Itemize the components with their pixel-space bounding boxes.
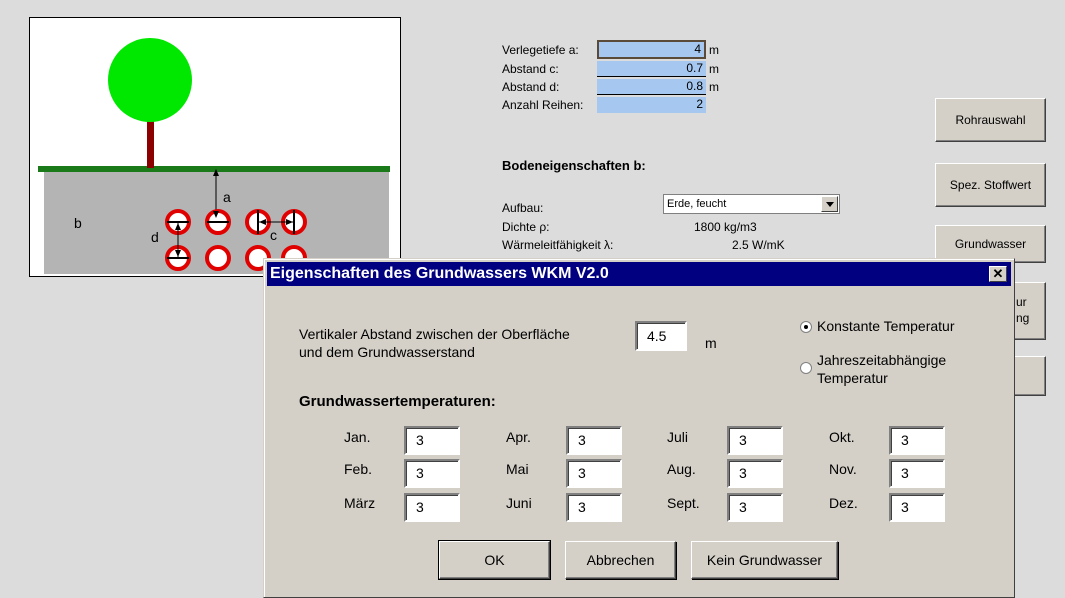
anzahl-reihen-label: Anzahl Reihen: xyxy=(502,98,584,112)
radio-konstante-temperatur[interactable] xyxy=(800,321,812,333)
label-d: d xyxy=(151,229,159,245)
month-input-feb[interactable]: 3 xyxy=(404,459,460,488)
waerme-label: Wärmeleitfähigkeit λ: xyxy=(502,238,614,252)
waerme-value: 2.5 W/mK xyxy=(732,238,785,252)
abstand-c-label: Abstand c: xyxy=(502,62,559,76)
month-input-jan[interactable]: 3 xyxy=(404,426,460,455)
month-label-okt: Okt. xyxy=(829,429,855,445)
month-input-juli[interactable]: 3 xyxy=(727,426,783,455)
ok-button[interactable]: OK xyxy=(438,540,551,580)
month-label-apr: Apr. xyxy=(506,429,531,445)
month-label-juni: Juni xyxy=(506,495,532,511)
radio-jahres-label-1: Jahreszeitabhängige xyxy=(817,352,947,368)
pipe-layout-diagram: a b c d xyxy=(29,17,401,277)
month-label-aug: Aug. xyxy=(667,461,696,477)
aufbau-dropdown[interactable]: Erde, feucht xyxy=(663,194,840,214)
spez-stoffwert-button[interactable]: Spez. Stoffwert xyxy=(935,163,1046,207)
abstand-text-line-2: und dem Grundwasserstand xyxy=(299,344,475,360)
verlegetiefe-unit: m xyxy=(709,43,719,57)
temps-heading: Grundwassertemperaturen: xyxy=(299,393,496,410)
grundwasser-abstand-input[interactable]: 4.5 xyxy=(635,321,687,351)
dichte-value: 1800 kg/m3 xyxy=(694,220,757,234)
verlegetiefe-field[interactable]: 4 xyxy=(597,40,706,59)
ground-line xyxy=(38,166,390,172)
dialog-titlebar: Eigenschaften des Grundwassers WKM V2.0 … xyxy=(267,262,1011,286)
month-label-sept: Sept. xyxy=(667,495,700,511)
abstand-text-line-1: Vertikaler Abstand zwischen der Oberfläc… xyxy=(299,326,570,342)
month-input-apr[interactable]: 3 xyxy=(566,426,622,455)
verlegetiefe-label: Verlegetiefe a: xyxy=(502,43,579,57)
grundwasser-dialog: Eigenschaften des Grundwassers WKM V2.0 … xyxy=(263,258,1015,598)
radio-jahreszeitabhaengig[interactable] xyxy=(800,362,812,374)
label-b: b xyxy=(74,215,82,231)
dichte-label: Dichte ρ: xyxy=(502,220,550,234)
month-label-mai: Mai xyxy=(506,461,529,477)
month-input-mai[interactable]: 3 xyxy=(566,459,622,488)
month-input-juni[interactable]: 3 xyxy=(566,493,622,522)
aufbau-label: Aufbau: xyxy=(502,201,544,215)
tree-crown xyxy=(108,38,192,122)
abstand-d-unit: m xyxy=(709,80,719,94)
label-c: c xyxy=(270,227,277,243)
hidden-button-1-label-2: ng xyxy=(1016,311,1030,325)
label-a: a xyxy=(223,189,231,205)
aufbau-value: Erde, feucht xyxy=(667,198,727,210)
month-input-nov[interactable]: 3 xyxy=(889,459,945,488)
grundwasser-label: Grundwasser xyxy=(954,237,1027,251)
month-label-juli: Juli xyxy=(667,429,689,445)
tree-trunk xyxy=(147,116,154,168)
boden-title: Bodeneigenschaften b: xyxy=(502,158,646,173)
rohrauswahl-button[interactable]: Rohrauswahl xyxy=(935,98,1046,142)
abstand-c-field[interactable]: 0.7 xyxy=(597,61,706,77)
month-input-okt[interactable]: 3 xyxy=(889,426,945,455)
diagram-svg: a b c d xyxy=(38,38,390,274)
month-label-dez: Dez. xyxy=(829,495,858,511)
month-label-maerz: März xyxy=(344,495,376,511)
abstand-unit: m xyxy=(705,335,717,351)
abstand-d-label: Abstand d: xyxy=(502,80,560,94)
hidden-button-1-label-1: ur xyxy=(1016,295,1027,309)
month-label-feb: Feb. xyxy=(344,461,373,477)
month-input-aug[interactable]: 3 xyxy=(727,459,783,488)
month-label-jan: Jan. xyxy=(344,429,371,445)
month-label-nov: Nov. xyxy=(829,461,857,477)
chevron-down-icon[interactable] xyxy=(821,196,838,212)
radio-konstante-label: Konstante Temperatur xyxy=(817,318,955,334)
anzahl-reihen-field[interactable]: 2 xyxy=(597,97,706,113)
dialog-title: Eigenschaften des Grundwassers WKM V2.0 xyxy=(270,265,609,282)
radio-jahres-label-2: Temperatur xyxy=(817,370,888,386)
close-icon[interactable]: ✕ xyxy=(989,266,1007,282)
abstand-d-field[interactable]: 0.8 xyxy=(597,79,706,95)
month-input-dez[interactable]: 3 xyxy=(889,493,945,522)
month-input-sept[interactable]: 3 xyxy=(727,493,783,522)
pipe xyxy=(205,245,231,271)
month-input-maerz[interactable]: 3 xyxy=(404,493,460,522)
kein-grundwasser-button[interactable]: Kein Grundwasser xyxy=(691,541,838,579)
abbrechen-button[interactable]: Abbrechen xyxy=(565,541,676,579)
abstand-c-unit: m xyxy=(709,62,719,76)
